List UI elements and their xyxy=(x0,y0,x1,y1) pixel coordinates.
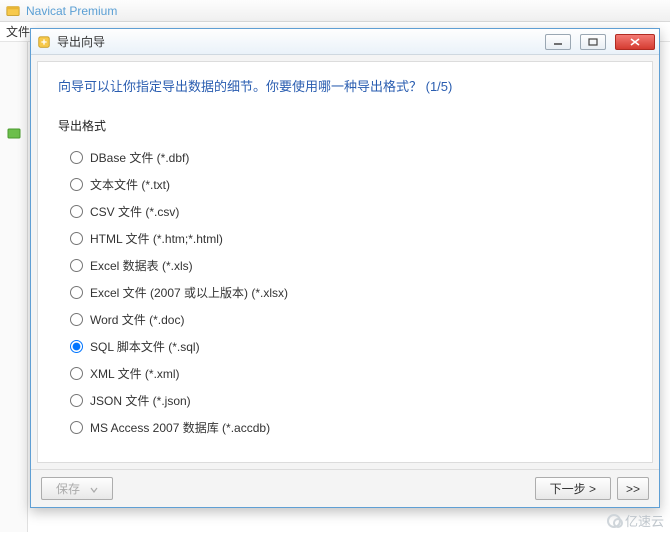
format-label: DBase 文件 (*.dbf) xyxy=(90,149,189,166)
app-titlebar: Navicat Premium xyxy=(0,0,670,22)
format-option[interactable]: SQL 脚本文件 (*.sql) xyxy=(70,333,632,360)
format-label: Excel 文件 (2007 或以上版本) (*.xlsx) xyxy=(90,284,288,301)
format-radio[interactable] xyxy=(70,394,83,407)
format-label: 文本文件 (*.txt) xyxy=(90,176,170,193)
format-option[interactable]: Word 文件 (*.doc) xyxy=(70,306,632,333)
format-label: XML 文件 (*.xml) xyxy=(90,365,180,382)
maximize-button[interactable] xyxy=(580,34,606,50)
minimize-button[interactable] xyxy=(545,34,571,50)
dialog-icon xyxy=(37,35,51,49)
format-radio[interactable] xyxy=(70,205,83,218)
watermark-icon xyxy=(607,514,621,528)
format-radio[interactable] xyxy=(70,232,83,245)
watermark: 亿速云 xyxy=(607,511,664,530)
format-label: HTML 文件 (*.htm;*.html) xyxy=(90,230,223,247)
format-option[interactable]: JSON 文件 (*.json) xyxy=(70,387,632,414)
dialog-body: 向导可以让你指定导出数据的细节。你要使用哪一种导出格式？ (1/5) 导出格式 … xyxy=(37,61,653,463)
format-radio[interactable] xyxy=(70,151,83,164)
format-option[interactable]: Excel 数据表 (*.xls) xyxy=(70,252,632,279)
format-radio[interactable] xyxy=(70,313,83,326)
close-button[interactable] xyxy=(615,34,655,50)
format-label: SQL 脚本文件 (*.sql) xyxy=(90,338,200,355)
last-step-button[interactable]: >> xyxy=(617,477,649,500)
watermark-text: 亿速云 xyxy=(625,511,664,530)
dialog-title: 导出向导 xyxy=(57,33,536,50)
save-button-label: 保存 xyxy=(56,480,80,497)
format-option[interactable]: MS Access 2007 数据库 (*.accdb) xyxy=(70,414,632,441)
format-option[interactable]: HTML 文件 (*.htm;*.html) xyxy=(70,225,632,252)
format-option[interactable]: 文本文件 (*.txt) xyxy=(70,171,632,198)
format-option[interactable]: XML 文件 (*.xml) xyxy=(70,360,632,387)
next-button[interactable]: 下一步 > xyxy=(535,477,611,500)
dialog-footer: 保存 下一步 > >> xyxy=(31,469,659,507)
format-group-label: 导出格式 xyxy=(58,117,632,134)
format-label: JSON 文件 (*.json) xyxy=(90,392,191,409)
dialog-titlebar[interactable]: 导出向导 xyxy=(31,29,659,55)
menu-file[interactable]: 文件 xyxy=(6,23,30,40)
dropdown-icon xyxy=(90,482,98,496)
format-option[interactable]: Excel 文件 (2007 或以上版本) (*.xlsx) xyxy=(70,279,632,306)
format-radio[interactable] xyxy=(70,178,83,191)
format-radio[interactable] xyxy=(70,421,83,434)
sidebar-fragment xyxy=(0,42,28,532)
format-radio[interactable] xyxy=(70,259,83,272)
format-option[interactable]: DBase 文件 (*.dbf) xyxy=(70,144,632,171)
format-option[interactable]: CSV 文件 (*.csv) xyxy=(70,198,632,225)
export-wizard-dialog: 导出向导 向导可以让你指定导出数据的细节。你要使用哪一种导出格式？ (1/5) … xyxy=(30,28,660,508)
format-label: CSV 文件 (*.csv) xyxy=(90,203,179,220)
tree-node-icon xyxy=(7,126,21,140)
format-radio[interactable] xyxy=(70,367,83,380)
last-step-button-label: >> xyxy=(626,482,640,496)
format-label: Word 文件 (*.doc) xyxy=(90,311,184,328)
format-label: MS Access 2007 数据库 (*.accdb) xyxy=(90,419,270,436)
wizard-prompt: 向导可以让你指定导出数据的细节。你要使用哪一种导出格式？ (1/5) xyxy=(58,76,632,95)
format-list: DBase 文件 (*.dbf) 文本文件 (*.txt) CSV 文件 (*.cs… xyxy=(58,144,632,441)
format-radio[interactable] xyxy=(70,286,83,299)
app-icon xyxy=(6,4,20,18)
app-title: Navicat Premium xyxy=(26,4,117,18)
next-button-label: 下一步 > xyxy=(550,480,596,497)
format-label: Excel 数据表 (*.xls) xyxy=(90,257,193,274)
save-button[interactable]: 保存 xyxy=(41,477,113,500)
format-radio[interactable] xyxy=(70,340,83,353)
